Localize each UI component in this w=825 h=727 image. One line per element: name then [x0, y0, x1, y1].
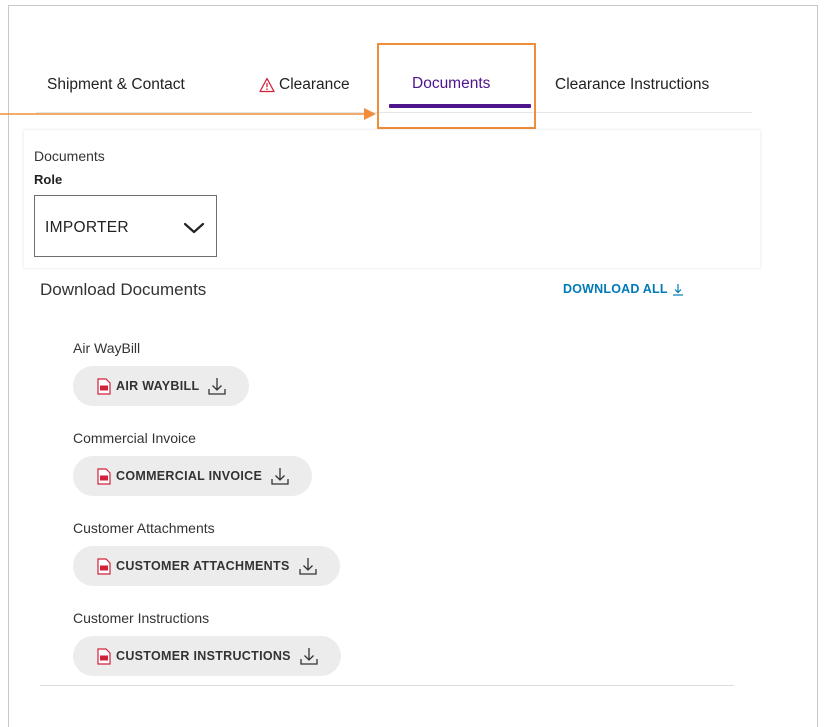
- role-label: Role: [34, 172, 63, 187]
- document-group-commercial-invoice: Commercial Invoice COMMERCIAL INVOICE: [73, 430, 313, 496]
- download-commercial-invoice-button[interactable]: COMMERCIAL INVOICE: [73, 456, 313, 496]
- download-air-waybill-button[interactable]: AIR WAYBILL: [73, 366, 250, 406]
- document-group-air-waybill: Air WayBill AIR WAYBILL: [73, 340, 250, 406]
- pdf-file-icon: [97, 467, 111, 485]
- download-button-label: CUSTOMER ATTACHMENTS: [116, 559, 290, 573]
- download-icon: [271, 468, 289, 485]
- pdf-file-icon: [97, 647, 111, 665]
- documents-role-card: Documents Role IMPORTER: [24, 130, 760, 268]
- download-all-label: DOWNLOAD ALL: [563, 282, 668, 296]
- tab-shipment-contact[interactable]: Shipment & Contact: [47, 76, 185, 94]
- download-button-label: CUSTOMER INSTRUCTIONS: [116, 649, 291, 663]
- tab-label: Clearance Instructions: [555, 76, 710, 93]
- warning-icon: [259, 77, 275, 93]
- tab-clearance-instructions[interactable]: Clearance Instructions: [555, 76, 709, 94]
- role-select[interactable]: IMPORTER: [34, 195, 217, 257]
- download-button-label: AIR WAYBILL: [116, 379, 200, 393]
- download-icon: [298, 558, 317, 575]
- annotation-arrow: [0, 108, 376, 120]
- document-label: Customer Attachments: [73, 520, 215, 536]
- download-button-label: COMMERCIAL INVOICE: [116, 469, 263, 483]
- download-customer-instructions-button[interactable]: CUSTOMER INSTRUCTIONS: [73, 636, 341, 676]
- divider: [40, 685, 734, 686]
- document-label: Commercial Invoice: [73, 430, 196, 446]
- document-group-customer-attachments: Customer Attachments CUSTOMER ATTACHMENT…: [73, 520, 340, 586]
- tab-label: Clearance: [279, 76, 350, 93]
- download-icon: [672, 283, 683, 296]
- chevron-down-icon: [183, 222, 205, 234]
- section-title: Documents: [34, 148, 105, 164]
- download-icon: [208, 378, 227, 395]
- download-icon: [300, 648, 318, 665]
- pdf-file-icon: [97, 377, 111, 395]
- document-label: Customer Instructions: [73, 610, 210, 626]
- document-group-customer-instructions: Customer Instructions CUSTOMER INSTRUCTI…: [73, 610, 341, 676]
- tab-clearance[interactable]: Clearance: [259, 76, 350, 94]
- download-documents-heading: Download Documents: [40, 280, 207, 299]
- role-select-value: IMPORTER: [45, 219, 129, 236]
- download-all-link[interactable]: DOWNLOAD ALL: [563, 282, 684, 296]
- document-label: Air WayBill: [73, 340, 141, 356]
- download-customer-attachments-button[interactable]: CUSTOMER ATTACHMENTS: [73, 546, 340, 586]
- tab-label: Shipment & Contact: [47, 76, 185, 93]
- highlight-box: [377, 43, 536, 129]
- pdf-file-icon: [97, 557, 111, 575]
